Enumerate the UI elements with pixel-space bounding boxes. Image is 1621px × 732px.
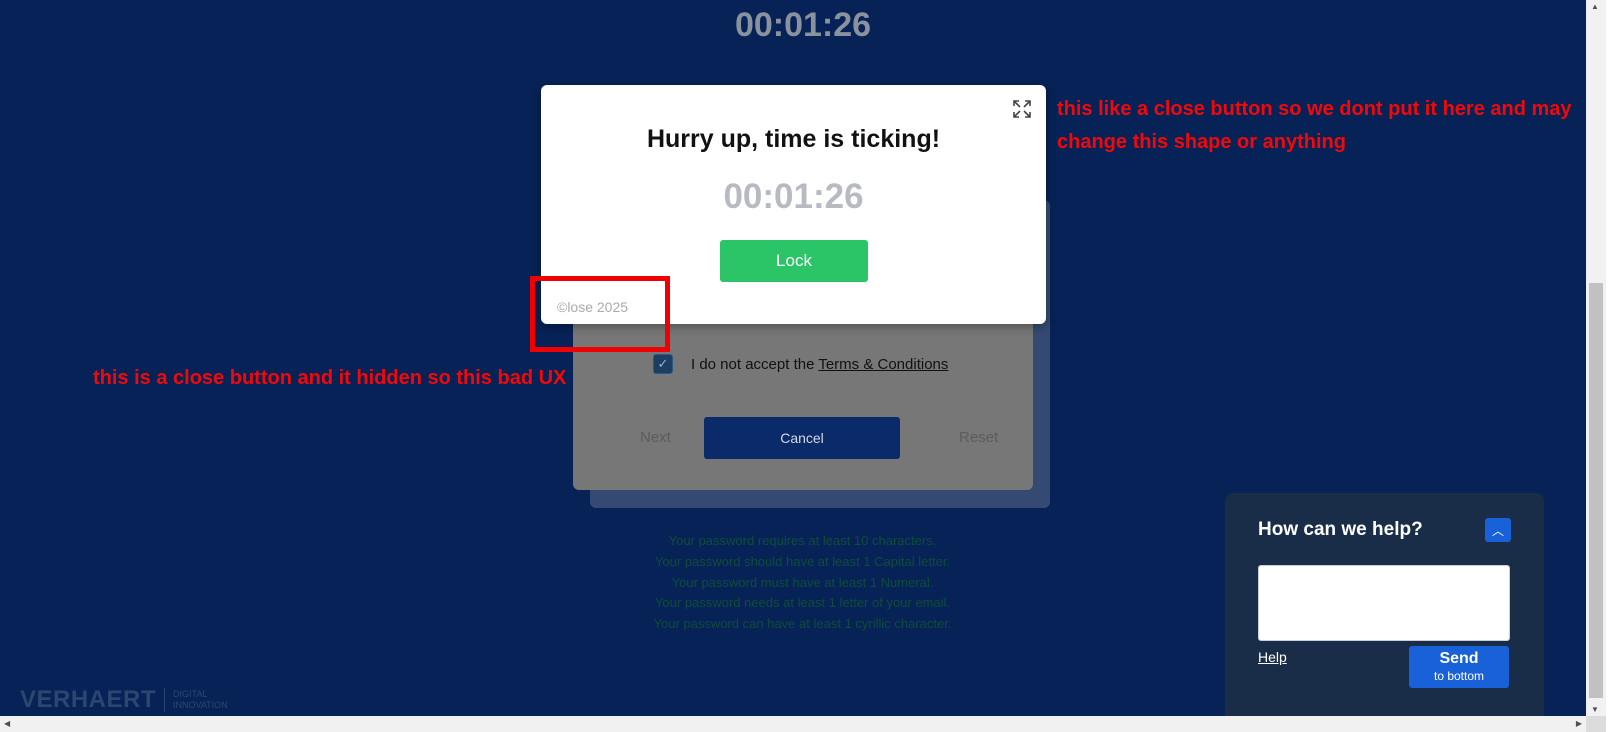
password-rule: Your password can have at least 1 cyrill… bbox=[653, 616, 952, 632]
password-rules: Your password requires at least 10 chara… bbox=[560, 531, 1045, 635]
annotation-right: this like a close button so we dont put … bbox=[1057, 98, 1572, 153]
logo-divider bbox=[164, 688, 166, 712]
page-background: 00:01:26 ✓ I do not accept the Terms & C… bbox=[0, 0, 1586, 716]
scroll-down-icon[interactable]: ▼ bbox=[1591, 705, 1599, 714]
chevron-up-icon: ︿ bbox=[1491, 523, 1504, 538]
help-link[interactable]: Help bbox=[1258, 649, 1287, 665]
send-button[interactable]: Send to bottom bbox=[1409, 646, 1509, 688]
expand-icon[interactable] bbox=[1012, 99, 1032, 119]
logo-subtitle: DIGITAL INNOVATION bbox=[173, 689, 228, 711]
send-sublabel: to bottom bbox=[1433, 669, 1485, 683]
company-logo: VERHAERT DIGITAL INNOVATION bbox=[20, 686, 228, 714]
password-rule: Your password requires at least 10 chara… bbox=[668, 533, 937, 548]
terms-link[interactable]: Terms & Conditions bbox=[818, 356, 948, 373]
reset-button[interactable]: Reset bbox=[959, 429, 998, 446]
logo-sub-line2: INNOVATION bbox=[173, 700, 228, 710]
password-rule: Your password needs at least 1 letter of… bbox=[654, 595, 951, 611]
horizontal-scrollbar[interactable]: ◀ ▶ bbox=[0, 716, 1586, 732]
annotation-left: this is a close button and it hidden so … bbox=[93, 367, 567, 389]
help-message-input[interactable] bbox=[1258, 565, 1510, 641]
cancel-button[interactable]: Cancel bbox=[704, 417, 900, 459]
countdown-timer: 00:01:26 bbox=[734, 6, 872, 44]
terms-prefix: I do not accept the bbox=[691, 355, 819, 373]
modal-title: Hurry up, time is ticking! bbox=[646, 125, 941, 153]
check-icon: ✓ bbox=[657, 356, 669, 371]
help-collapse-button[interactable]: ︿ bbox=[1485, 518, 1511, 542]
help-widget: How can we help? ︿ Help Send to bottom bbox=[1225, 493, 1544, 716]
send-label: Send bbox=[1439, 650, 1479, 667]
lock-button[interactable]: Lock bbox=[720, 240, 868, 282]
password-rule: Your password should have at least 1 Cap… bbox=[654, 553, 951, 569]
terms-checkbox[interactable]: ✓ bbox=[653, 354, 673, 374]
scrollbar-thumb[interactable] bbox=[1589, 283, 1603, 698]
window-edge bbox=[1606, 0, 1621, 732]
help-title: How can we help? bbox=[1258, 519, 1423, 540]
scroll-right-icon[interactable]: ▶ bbox=[1576, 719, 1582, 728]
annotation-highlight-box bbox=[530, 276, 670, 352]
next-button[interactable]: Next bbox=[640, 429, 671, 446]
scrollbar-corner bbox=[1586, 716, 1606, 732]
modal-timer: 00:01:26 bbox=[723, 177, 864, 216]
vertical-scrollbar[interactable]: ▲ ▼ bbox=[1586, 0, 1606, 716]
logo-wordmark: VERHAERT bbox=[20, 686, 157, 713]
password-rule: Your password must have at least 1 Numer… bbox=[671, 574, 934, 590]
terms-row: ✓ I do not accept the Terms & Conditions bbox=[653, 354, 948, 374]
scroll-left-icon[interactable]: ◀ bbox=[4, 719, 10, 728]
logo-sub-line1: DIGITAL bbox=[173, 689, 208, 699]
scroll-up-icon[interactable]: ▲ bbox=[1591, 2, 1599, 11]
terms-label: I do not accept the Terms & Conditions bbox=[691, 356, 948, 373]
